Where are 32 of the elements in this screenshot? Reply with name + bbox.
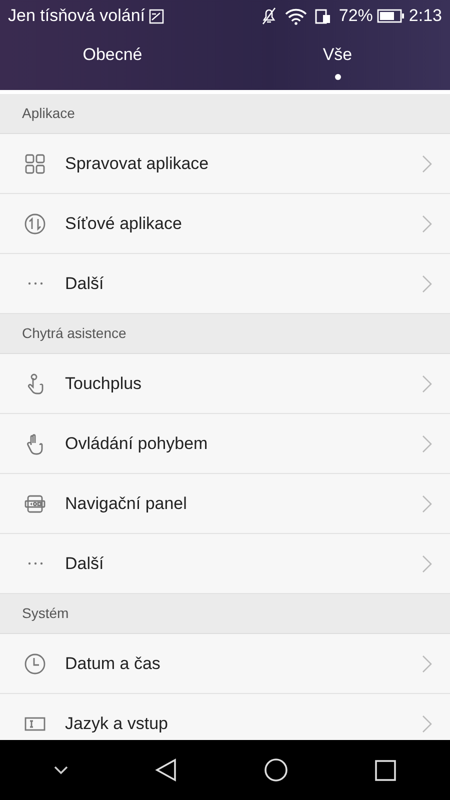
back-icon[interactable] <box>154 758 177 782</box>
mute-icon <box>260 7 277 25</box>
carrier-text: Jen tísňová volání <box>8 5 146 28</box>
tab[interactable]: Obecné <box>0 32 225 90</box>
more-dots-icon <box>28 562 42 565</box>
chevron-right-icon <box>422 434 432 452</box>
section-header: Systém <box>22 604 69 623</box>
more-dots-icon <box>28 282 42 285</box>
battery-icon <box>376 9 405 23</box>
chevron-right-icon <box>422 214 432 232</box>
section-header: Aplikace <box>22 104 75 123</box>
chevron-right-icon <box>422 654 432 672</box>
apps-grid-icon <box>24 152 46 174</box>
wifi-icon <box>284 8 307 24</box>
clock-icon <box>24 652 46 674</box>
chevron-right-icon <box>422 374 432 392</box>
tab[interactable]: Vše <box>225 32 450 90</box>
chevron-right-icon <box>422 554 432 572</box>
navigation-bar-icon <box>24 492 46 514</box>
recents-icon[interactable] <box>375 760 396 780</box>
chevron-right-icon <box>422 714 432 732</box>
picture-notification-icon <box>149 8 164 24</box>
chevron-down-icon[interactable] <box>54 766 68 774</box>
sim-icon <box>314 8 331 24</box>
battery-percent: 72% <box>338 5 373 28</box>
network-arrows-icon <box>24 212 46 234</box>
chevron-right-icon <box>422 154 432 172</box>
clock-time: 2:13 <box>408 5 442 28</box>
chevron-right-icon <box>422 494 432 512</box>
section-header: Chytrá asistence <box>22 324 126 343</box>
home-icon[interactable] <box>264 758 288 782</box>
chevron-right-icon <box>422 274 432 292</box>
